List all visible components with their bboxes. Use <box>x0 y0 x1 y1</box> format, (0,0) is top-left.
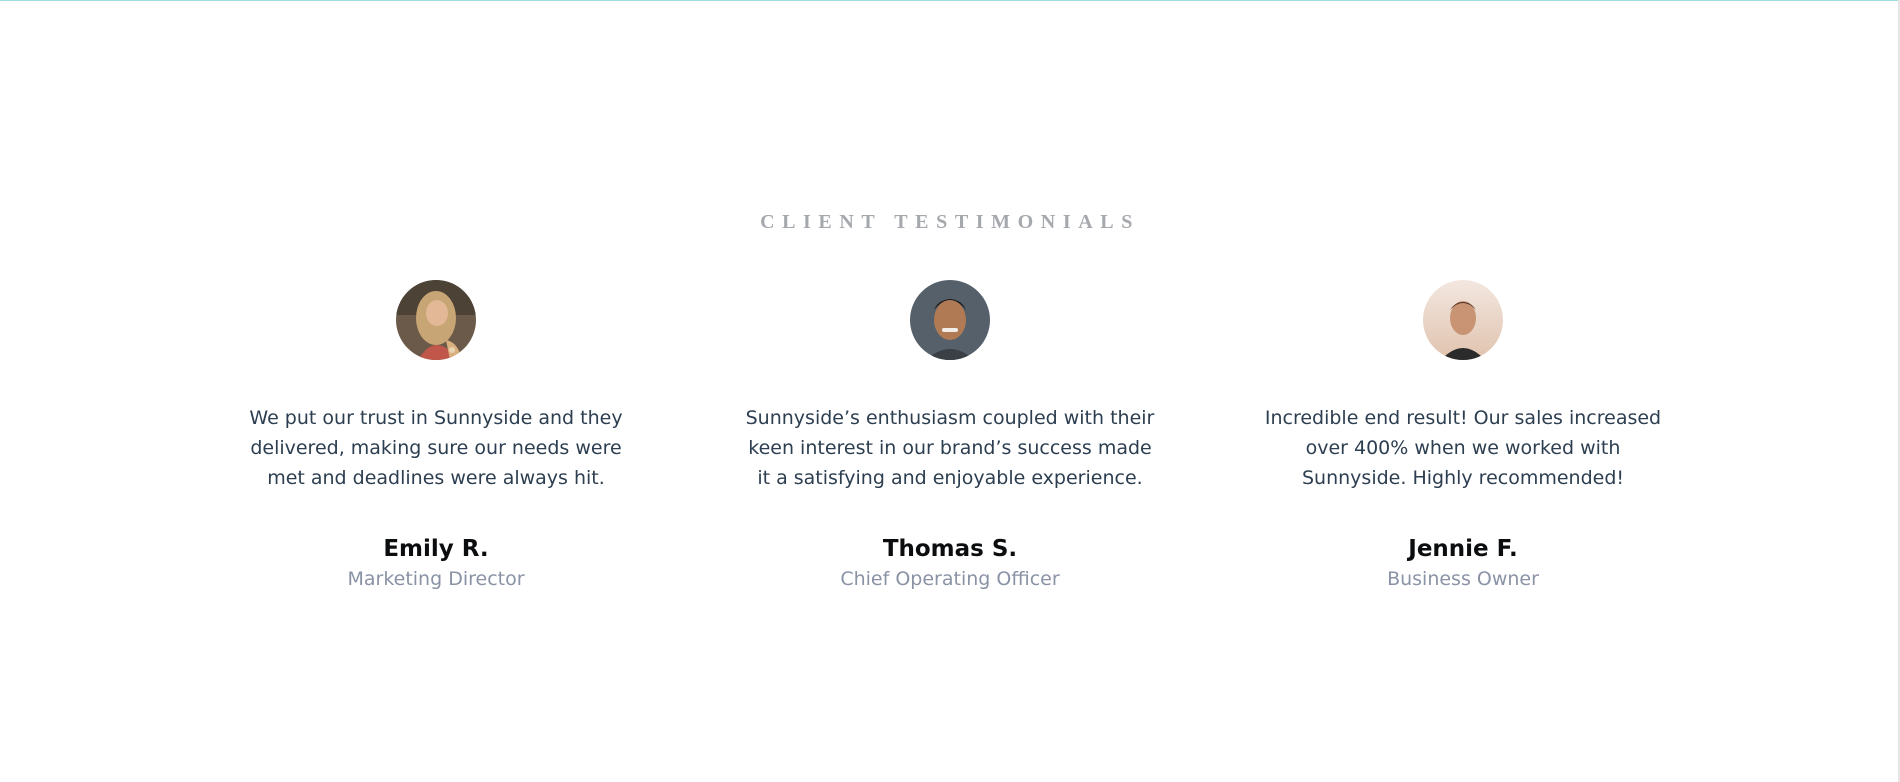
avatar-jennie-image <box>1423 280 1503 360</box>
avatar-thomas <box>910 280 990 360</box>
testimonial-name: Jennie F. <box>1408 536 1518 562</box>
testimonials-grid: We put our trust in Sunnyside and they d… <box>0 280 1900 600</box>
testimonial-role: Business Owner <box>1387 568 1539 590</box>
testimonial-card-emily: We put our trust in Sunnyside and they d… <box>240 280 632 592</box>
testimonial-card-thomas: Sunnyside’s enthusiasm coupled with thei… <box>745 280 1155 592</box>
section-title: CLIENT TESTIMONIALS <box>760 210 1140 233</box>
avatar-jennie <box>1423 280 1503 360</box>
testimonial-role: Marketing Director <box>347 568 525 590</box>
testimonial-name: Emily R. <box>383 536 489 562</box>
testimonial-quote: Sunnyside’s enthusiasm coupled with thei… <box>745 407 1155 489</box>
testimonial-name: Thomas S. <box>882 536 1018 562</box>
testimonial-role: Chief Operating Officer <box>840 568 1060 590</box>
testimonial-card-jennie: Incredible end result! Our sales increas… <box>1255 280 1671 592</box>
top-border-line <box>0 0 1900 1</box>
avatar-emily <box>396 280 476 360</box>
avatar-thomas-image <box>910 280 990 360</box>
testimonial-quote: Incredible end result! Our sales increas… <box>1264 407 1662 489</box>
avatar-emily-image <box>396 280 476 360</box>
testimonial-quote: We put our trust in Sunnyside and they d… <box>249 407 623 489</box>
